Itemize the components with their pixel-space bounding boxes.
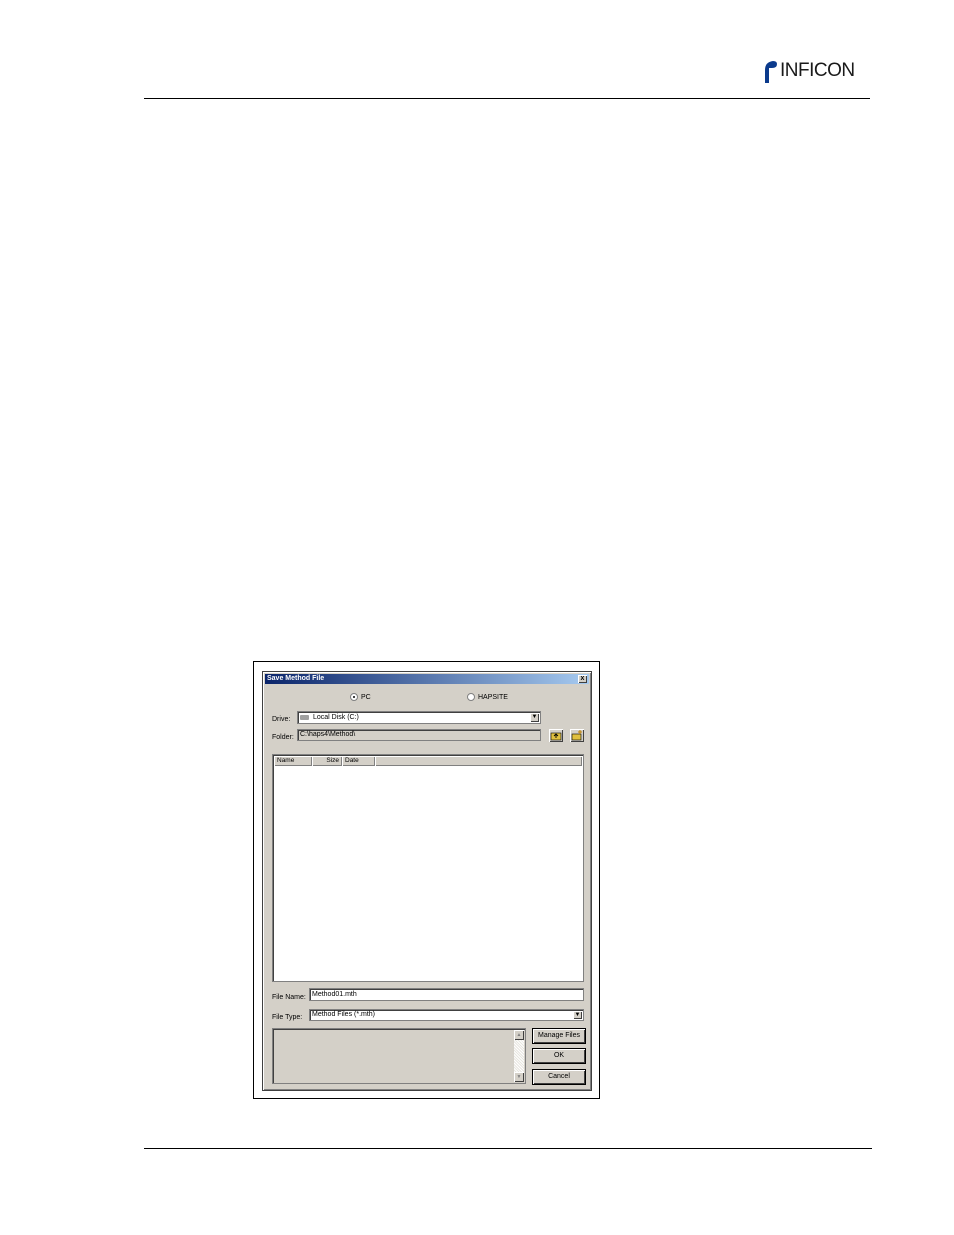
file-name-value: Method01.mth — [312, 991, 357, 998]
file-list[interactable]: Name Size Date — [272, 754, 584, 982]
folder-up-button[interactable] — [549, 729, 563, 742]
radio-pc-label: PC — [361, 693, 371, 701]
folder-label: Folder: — [272, 734, 294, 741]
drive-label: Drive: — [272, 716, 291, 723]
footer-rule — [144, 1148, 872, 1149]
new-folder-button[interactable] — [570, 729, 584, 742]
file-name-label: File Name: — [272, 994, 306, 1001]
dialog-titlebar: Save Method File x — [265, 674, 589, 684]
dialog-title: Save Method File — [267, 675, 325, 682]
header-rule — [144, 98, 870, 99]
ok-button[interactable]: OK — [533, 1049, 585, 1063]
drive-select[interactable]: Local Disk (C:) ▼ — [297, 711, 541, 724]
drive-icon — [300, 714, 309, 720]
chevron-down-icon[interactable]: ▼ — [530, 713, 539, 722]
close-button[interactable]: x — [578, 675, 587, 683]
inficon-logo-mark-icon — [765, 61, 777, 83]
radio-hapsite[interactable]: HAPSITE — [467, 693, 508, 701]
folder-up-icon — [550, 732, 562, 741]
file-type-label: File Type: — [272, 1014, 303, 1021]
column-header-name[interactable]: Name — [274, 756, 312, 766]
scroll-down-icon[interactable]: ▼ — [514, 1072, 524, 1082]
radio-hapsite-label: HAPSITE — [478, 693, 508, 701]
drive-value: Local Disk (C:) — [312, 714, 359, 721]
column-header-blank — [375, 756, 582, 766]
radio-pc-indicator[interactable] — [350, 693, 358, 701]
file-type-select[interactable]: Method Files (*.mth) ▼ — [309, 1009, 584, 1021]
info-memo: ▲ ▼ — [272, 1028, 526, 1084]
scroll-up-icon[interactable]: ▲ — [514, 1030, 524, 1040]
column-header-date[interactable]: Date — [342, 756, 375, 766]
column-header-size[interactable]: Size — [312, 756, 342, 766]
chevron-down-icon[interactable]: ▼ — [573, 1011, 582, 1019]
logo-text: INFICON — [780, 60, 855, 81]
radio-hapsite-indicator[interactable] — [467, 693, 475, 701]
new-folder-icon — [571, 730, 582, 741]
manage-files-button[interactable]: Manage Files — [533, 1029, 585, 1043]
folder-path: C:\haps4\Method\ — [297, 729, 541, 741]
inficon-logo: INFICON — [760, 58, 855, 84]
save-method-dialog: Save Method File x PC HAPSITE Drive: Loc… — [262, 671, 592, 1091]
cancel-button[interactable]: Cancel — [533, 1070, 585, 1084]
file-type-value: Method Files (*.mth) — [312, 1011, 376, 1018]
folder-path-value: C:\haps4\Method\ — [300, 731, 356, 738]
file-name-input[interactable]: Method01.mth — [309, 988, 584, 1001]
memo-scrollbar[interactable]: ▲ ▼ — [514, 1030, 524, 1082]
close-icon: x — [580, 675, 585, 682]
radio-pc[interactable]: PC — [350, 693, 371, 701]
